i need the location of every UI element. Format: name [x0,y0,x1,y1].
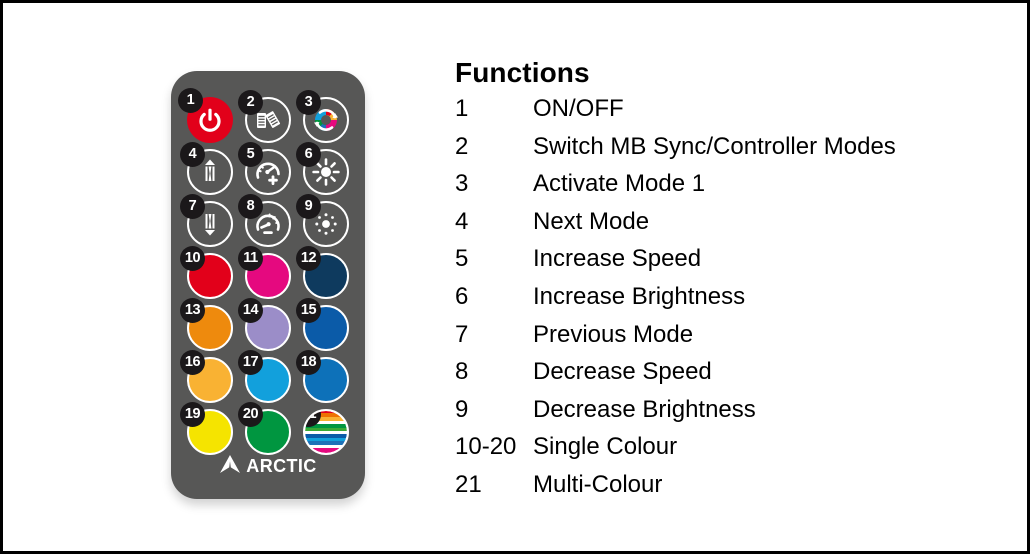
button-badge-5: 5 [238,142,263,167]
function-row: 9 Decrease Brightness [455,396,985,434]
button-badge-12: 12 [296,246,321,271]
button-badge-15: 15 [296,298,321,323]
function-label: Single Colour [533,433,678,461]
remote-button-3[interactable]: 3 [296,90,349,143]
function-row: 5 Increase Speed [455,245,985,283]
button-badge-2: 2 [238,90,263,115]
page-root: 1 2 3 4 5 6 7 8 9 10 11 12 13 14 15 16 1… [0,0,1030,554]
remote-button-21[interactable]: 21 [303,409,349,455]
button-badge-18: 18 [296,350,321,375]
remote-button-20[interactable]: 20 [238,402,291,455]
remote-button-5[interactable]: 5 [238,142,291,195]
remote-button-8[interactable]: 8 [238,194,291,247]
remote-button-17[interactable]: 17 [238,350,291,403]
button-badge-7: 7 [180,194,205,219]
remote-button-7[interactable]: 7 [180,194,233,247]
function-row: 6 Increase Brightness [455,283,985,321]
functions-title: Functions [455,57,590,88]
remote-button-16[interactable]: 16 [180,350,233,403]
button-badge-17: 17 [238,350,263,375]
button-badge-8: 8 [238,194,263,219]
function-label: Decrease Speed [533,358,712,386]
functions-panel: Functions 1 ON/OFF 2 Switch MB Sync/Cont… [455,57,985,509]
remote-button-6[interactable]: 6 [296,142,349,195]
remote-body: 1 2 3 4 5 6 7 8 9 10 11 12 13 14 15 16 1… [171,71,365,499]
remote-button-13[interactable]: 13 [180,298,233,351]
function-number: 8 [455,358,469,386]
button-badge-14: 14 [238,298,263,323]
function-label: Switch MB Sync/Controller Modes [533,132,896,160]
function-row: 7 Previous Mode [455,321,985,359]
remote-button-4[interactable]: 4 [180,142,233,195]
function-row: 8 Decrease Speed [455,358,985,396]
function-number: 3 [455,170,469,198]
remote-button-19[interactable]: 19 [180,402,233,455]
function-number: 2 [455,132,469,160]
function-label: Next Mode [533,207,650,235]
function-label: Decrease Brightness [533,395,756,423]
remote-button-18[interactable]: 18 [296,350,349,403]
function-label: Multi-Colour [533,470,663,498]
button-badge-16: 16 [180,350,205,375]
button-badge-1: 1 [178,88,203,113]
function-label: Activate Mode 1 [533,170,706,198]
button-badge-11: 11 [238,246,263,271]
remote-button-11[interactable]: 11 [238,246,291,299]
button-badge-9: 9 [296,194,321,219]
arctic-mountain-logo [219,454,241,479]
function-number: 10-20 [455,433,517,461]
function-row: 3 Activate Mode 1 [455,170,985,208]
button-badge-10: 10 [180,246,205,271]
remote-control: 1 2 3 4 5 6 7 8 9 10 11 12 13 14 15 16 1… [171,71,365,499]
button-badge-6: 6 [296,142,321,167]
function-number: 1 [455,95,469,122]
button-badge-4: 4 [180,142,205,167]
function-row: 21 Multi-Colour [455,471,985,509]
remote-button-12[interactable]: 12 [296,246,349,299]
button-badge-13: 13 [180,298,205,323]
remote-button-14[interactable]: 14 [238,298,291,351]
remote-button-1[interactable]: 1 [178,88,233,143]
remote-button-9[interactable]: 9 [296,194,349,247]
button-badge-19: 19 [180,402,205,427]
remote-keypad: 1 2 3 4 5 6 7 8 9 10 11 12 13 14 15 16 1… [178,88,349,455]
function-row: 1 ON/OFF [455,95,985,133]
function-label: Increase Speed [533,245,702,273]
function-label: ON/OFF [533,95,624,122]
function-row: 10-20 Single Colour [455,433,985,471]
remote-button-15[interactable]: 15 [296,298,349,351]
function-row: 2 Switch MB Sync/Controller Modes [455,133,985,171]
function-number: 21 [455,470,482,498]
button-badge-3: 3 [296,90,321,115]
function-number: 6 [455,282,469,310]
function-number: 4 [455,207,469,235]
remote-button-2[interactable]: 2 [238,90,291,143]
brand-name: ARCTIC [246,456,317,476]
function-row: 4 Next Mode [455,208,985,246]
button-badge-20: 20 [238,402,263,427]
function-label: Increase Brightness [533,282,746,310]
function-number: 7 [455,320,469,348]
function-number: 5 [455,245,469,273]
remote-button-10[interactable]: 10 [180,246,233,299]
brand-logo: ARCTIC [171,454,365,479]
function-number: 9 [455,395,469,423]
function-label: Previous Mode [533,320,694,348]
